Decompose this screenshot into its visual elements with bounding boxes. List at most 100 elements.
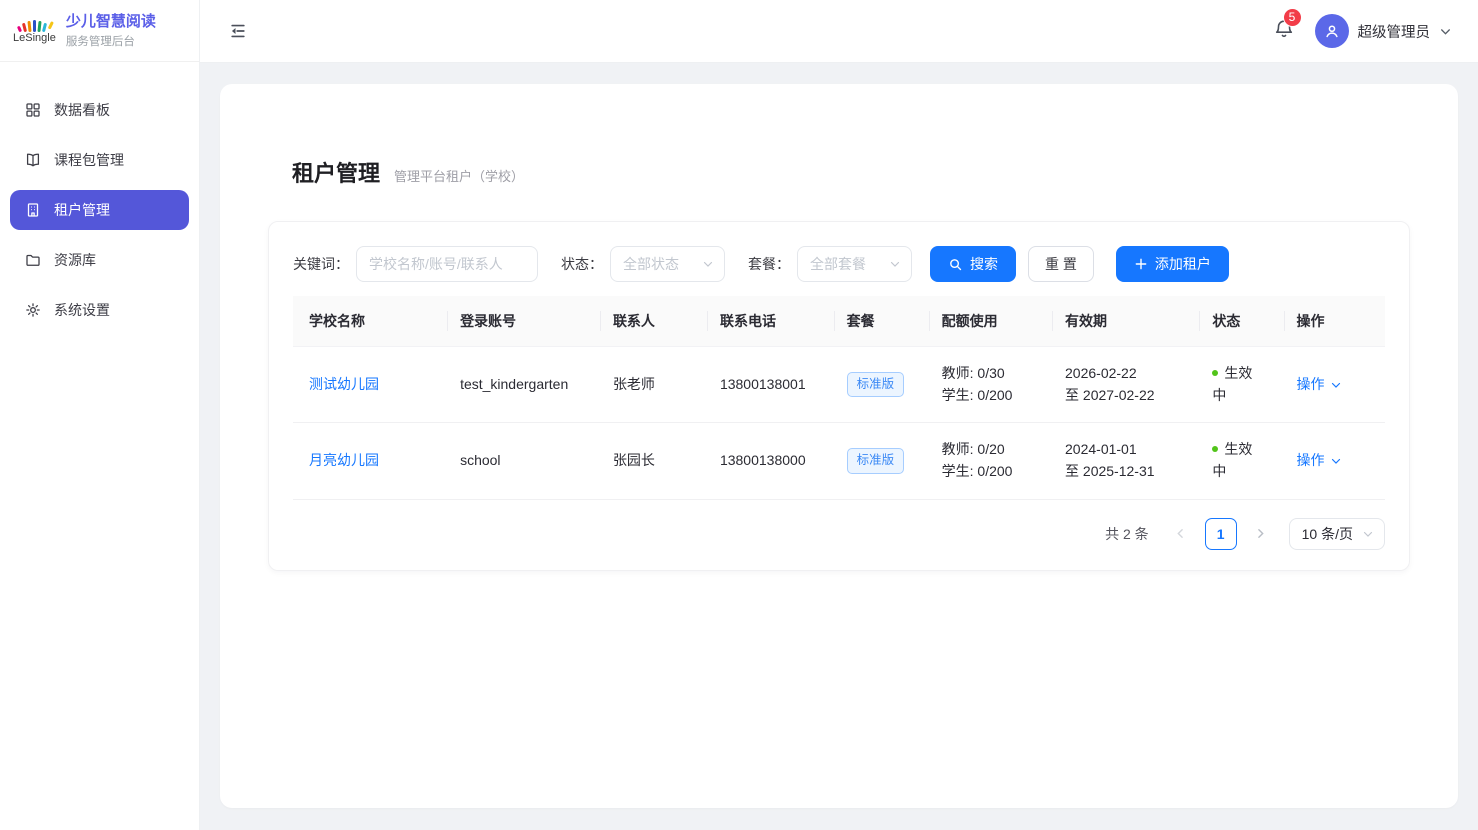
content-card: 租户管理 管理平台租户（学校） 关键词： 状态： 全部状态 bbox=[220, 84, 1458, 808]
user-icon bbox=[1323, 22, 1341, 40]
add-tenant-button-label: 添加租户 bbox=[1155, 254, 1211, 274]
status-text: 生效中 bbox=[1212, 441, 1252, 479]
account-cell: school bbox=[448, 423, 601, 499]
column-header-contact: 联系人 bbox=[601, 296, 708, 347]
status-dot-icon bbox=[1212, 370, 1218, 376]
table-panel: 关键词： 状态： 全部状态 套餐： 全部套餐 bbox=[268, 221, 1410, 571]
contact-cell: 张园长 bbox=[601, 423, 708, 499]
row-actions-dropdown[interactable]: 操作 bbox=[1297, 374, 1342, 396]
search-button[interactable]: 搜索 bbox=[930, 246, 1016, 282]
reset-button-label: 重 置 bbox=[1045, 254, 1077, 274]
status-cell: 生效中 bbox=[1200, 347, 1284, 423]
chevron-down-icon bbox=[702, 258, 714, 270]
column-header-validity: 有效期 bbox=[1053, 296, 1200, 347]
status-label: 状态： bbox=[561, 254, 603, 274]
column-header-status: 状态 bbox=[1200, 296, 1284, 347]
plan-select[interactable]: 全部套餐 bbox=[797, 246, 912, 282]
phone-cell: 13800138001 bbox=[708, 347, 835, 423]
dashboard-icon bbox=[24, 101, 42, 119]
app-window: LeSingle 少儿智慧阅读 服务管理后台 数据看板 课程包管理 租户管理 bbox=[0, 0, 1478, 830]
sidebar-item-resources[interactable]: 资源库 bbox=[10, 240, 189, 280]
plan-label: 套餐： bbox=[748, 254, 790, 274]
valid-to: 至 2025-12-31 bbox=[1065, 461, 1188, 483]
column-header-quota: 配额使用 bbox=[930, 296, 1053, 347]
row-actions-label: 操作 bbox=[1297, 450, 1325, 472]
chevron-down-icon bbox=[889, 258, 901, 270]
notifications-button[interactable]: 5 bbox=[1269, 14, 1299, 49]
logo-rainbow-icon bbox=[18, 17, 51, 32]
chevron-down-icon bbox=[1439, 25, 1452, 38]
brand: LeSingle 少儿智慧阅读 服务管理后台 bbox=[0, 0, 199, 62]
row-actions-label: 操作 bbox=[1297, 374, 1325, 396]
sidebar-item-settings[interactable]: 系统设置 bbox=[10, 290, 189, 330]
pagination-next-button[interactable] bbox=[1247, 520, 1275, 548]
search-icon bbox=[948, 257, 963, 272]
sidebar-menu: 数据看板 课程包管理 租户管理 资源库 系统设置 bbox=[0, 62, 199, 358]
book-icon bbox=[24, 151, 42, 169]
column-header-plan: 套餐 bbox=[835, 296, 930, 347]
reset-button[interactable]: 重 置 bbox=[1028, 246, 1094, 282]
brand-logo: LeSingle bbox=[13, 17, 56, 44]
status-dot-icon bbox=[1212, 446, 1218, 452]
quota-student: 学生: 0/200 bbox=[942, 461, 1041, 483]
column-header-actions: 操作 bbox=[1285, 296, 1386, 347]
valid-from: 2026-02-22 bbox=[1065, 363, 1188, 385]
status-select[interactable]: 全部状态 bbox=[610, 246, 725, 282]
column-header-school: 学校名称 bbox=[293, 296, 448, 347]
quota-teacher: 教师: 0/20 bbox=[942, 439, 1041, 461]
sidebar-item-label: 租户管理 bbox=[54, 200, 110, 220]
sidebar-item-tenants[interactable]: 租户管理 bbox=[10, 190, 189, 230]
sidebar-item-course-packages[interactable]: 课程包管理 bbox=[10, 140, 189, 180]
brand-subtitle: 服务管理后台 bbox=[66, 33, 156, 49]
page-title: 租户管理 bbox=[292, 156, 380, 188]
plan-tag: 标准版 bbox=[847, 372, 905, 398]
keyword-input[interactable] bbox=[356, 246, 538, 282]
sidebar-item-dashboard[interactable]: 数据看板 bbox=[10, 90, 189, 130]
keyword-label: 关键词： bbox=[293, 254, 349, 274]
tenant-table: 学校名称 登录账号 联系人 联系电话 套餐 配额使用 有效期 状态 操作 bbox=[293, 296, 1385, 500]
building-icon bbox=[24, 201, 42, 219]
topbar: 5 超级管理员 bbox=[200, 0, 1478, 63]
folder-icon bbox=[24, 251, 42, 269]
pagination: 共 2 条 1 10 条/页 bbox=[293, 518, 1385, 550]
valid-from: 2024-01-01 bbox=[1065, 439, 1188, 461]
chevron-down-icon bbox=[1330, 455, 1342, 467]
sidebar-item-label: 系统设置 bbox=[54, 300, 110, 320]
sidebar-item-label: 数据看板 bbox=[54, 100, 110, 120]
validity-cell: 2026-02-22 至 2027-02-22 bbox=[1053, 347, 1200, 423]
topbar-right: 5 超级管理员 bbox=[1269, 14, 1453, 49]
pagination-prev-button[interactable] bbox=[1167, 520, 1195, 548]
sidebar: LeSingle 少儿智慧阅读 服务管理后台 数据看板 课程包管理 租户管理 bbox=[0, 0, 200, 830]
quota-cell: 教师: 0/20 学生: 0/200 bbox=[930, 423, 1053, 499]
status-text: 生效中 bbox=[1212, 365, 1252, 403]
page-subtitle: 管理平台租户（学校） bbox=[394, 166, 524, 185]
school-name-link[interactable]: 测试幼儿园 bbox=[309, 376, 379, 392]
pagination-total: 共 2 条 bbox=[1105, 524, 1149, 544]
main-area: 5 超级管理员 租户管理 管理平台租户（学校） bbox=[200, 0, 1478, 830]
plan-tag: 标准版 bbox=[847, 448, 905, 474]
sidebar-item-label: 资源库 bbox=[54, 250, 96, 270]
column-header-phone: 联系电话 bbox=[708, 296, 835, 347]
user-menu[interactable]: 超级管理员 bbox=[1315, 14, 1453, 48]
chevron-right-icon bbox=[1254, 527, 1267, 540]
pagination-page-1[interactable]: 1 bbox=[1205, 518, 1237, 550]
column-header-account: 登录账号 bbox=[448, 296, 601, 347]
logo-word: LeSingle bbox=[13, 33, 56, 44]
school-name-link[interactable]: 月亮幼儿园 bbox=[309, 452, 379, 468]
plus-icon bbox=[1134, 257, 1148, 271]
page-head: 租户管理 管理平台租户（学校） bbox=[292, 156, 1410, 188]
quota-teacher: 教师: 0/30 bbox=[942, 363, 1041, 385]
brand-text: 少儿智慧阅读 服务管理后台 bbox=[66, 12, 156, 49]
gear-icon bbox=[24, 301, 42, 319]
filter-bar: 关键词： 状态： 全部状态 套餐： 全部套餐 bbox=[293, 246, 1385, 282]
chevron-down-icon bbox=[1362, 528, 1374, 540]
collapse-sidebar-button[interactable] bbox=[224, 17, 252, 45]
add-tenant-button[interactable]: 添加租户 bbox=[1116, 246, 1229, 282]
notification-badge: 5 bbox=[1283, 8, 1302, 27]
status-cell: 生效中 bbox=[1200, 423, 1284, 499]
table-row: 月亮幼儿园 school 张园长 13800138000 标准版 教师: 0/2… bbox=[293, 423, 1385, 499]
valid-to: 至 2027-02-22 bbox=[1065, 385, 1188, 407]
sidebar-item-label: 课程包管理 bbox=[54, 150, 124, 170]
row-actions-dropdown[interactable]: 操作 bbox=[1297, 450, 1342, 472]
page-size-select[interactable]: 10 条/页 bbox=[1289, 518, 1385, 550]
